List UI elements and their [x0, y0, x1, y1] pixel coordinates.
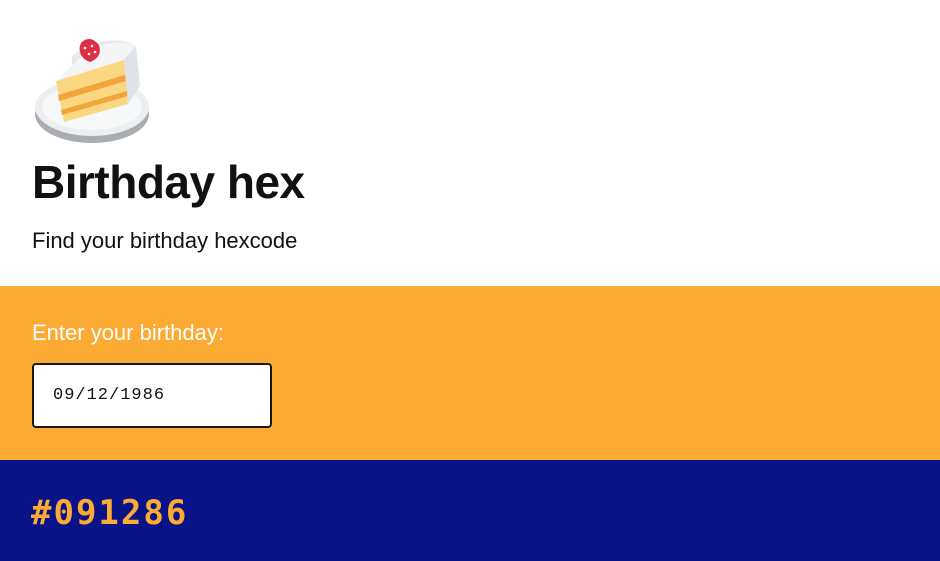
birthday-input-section: Enter your birthday:: [0, 286, 940, 460]
hex-result-section: #091286: [0, 460, 940, 561]
hex-code-result: #091286: [31, 493, 189, 533]
birthday-cake-icon: [35, 39, 149, 143]
page-title: Birthday hex: [32, 156, 305, 208]
page-subtitle: Find your birthday hexcode: [32, 228, 298, 253]
birthday-input[interactable]: [32, 363, 272, 428]
birthday-label: Enter your birthday:: [32, 320, 224, 345]
header-section: Birthday hex Find your birthday hexcode: [0, 0, 940, 286]
